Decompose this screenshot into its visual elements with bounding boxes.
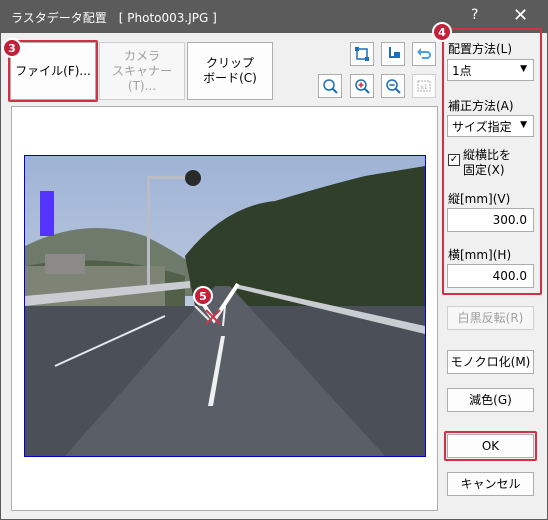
width-label: 横[mm](H) bbox=[448, 248, 512, 262]
height-label: 縦[mm](V) bbox=[448, 192, 511, 206]
placement-select[interactable]: 1点 ▼ bbox=[447, 59, 534, 81]
reduce-color-button[interactable]: 減色(G) bbox=[447, 388, 534, 412]
fix-ratio-checkbox[interactable]: ✓ bbox=[448, 154, 460, 166]
camera-scanner-button[interactable]: カメラ スキャナー(T)... bbox=[99, 42, 185, 100]
close-button[interactable]: ✕ bbox=[513, 5, 528, 26]
chevron-down-icon: ▼ bbox=[520, 120, 527, 130]
cancel-button[interactable]: キャンセル bbox=[447, 472, 534, 496]
invert-button[interactable]: 白黒反転(R) bbox=[447, 306, 534, 330]
monochrome-button[interactable]: モノクロ化(M) bbox=[447, 350, 534, 374]
correction-label: 補正方法(A) bbox=[448, 99, 514, 113]
ok-button-highlight bbox=[444, 431, 537, 461]
actual-size-icon[interactable]: x1 bbox=[412, 74, 436, 98]
marker-4: 4 bbox=[432, 22, 452, 42]
zoom-in-icon[interactable] bbox=[350, 74, 374, 98]
correction-select[interactable]: サイズ指定 ▼ bbox=[447, 115, 534, 137]
zoom-out-icon[interactable] bbox=[381, 74, 405, 98]
move-point-icon[interactable] bbox=[381, 42, 405, 66]
correction-value: サイズ指定 bbox=[452, 119, 512, 134]
marker-3: 3 bbox=[2, 38, 22, 58]
fix-ratio-label: 縦横比を 固定(X) bbox=[463, 148, 512, 177]
undo-icon[interactable] bbox=[412, 42, 436, 66]
svg-text:x1: x1 bbox=[420, 84, 428, 91]
marker-5: 5 bbox=[193, 286, 213, 306]
window-title: ラスタデータ配置 [ Photo003.JPG ] bbox=[11, 11, 217, 25]
zoom-fit-icon[interactable] bbox=[318, 74, 342, 98]
width-input[interactable]: 400.0 bbox=[447, 264, 534, 288]
chevron-down-icon: ▼ bbox=[520, 64, 527, 74]
placement-label: 配置方法(L) bbox=[448, 42, 513, 56]
height-input[interactable]: 300.0 bbox=[447, 208, 534, 232]
fit-page-icon[interactable] bbox=[350, 42, 374, 66]
clipboard-button[interactable]: クリップ ボード(C) bbox=[187, 42, 273, 100]
help-button[interactable]: ? bbox=[471, 7, 478, 23]
placement-value: 1点 bbox=[452, 63, 472, 78]
